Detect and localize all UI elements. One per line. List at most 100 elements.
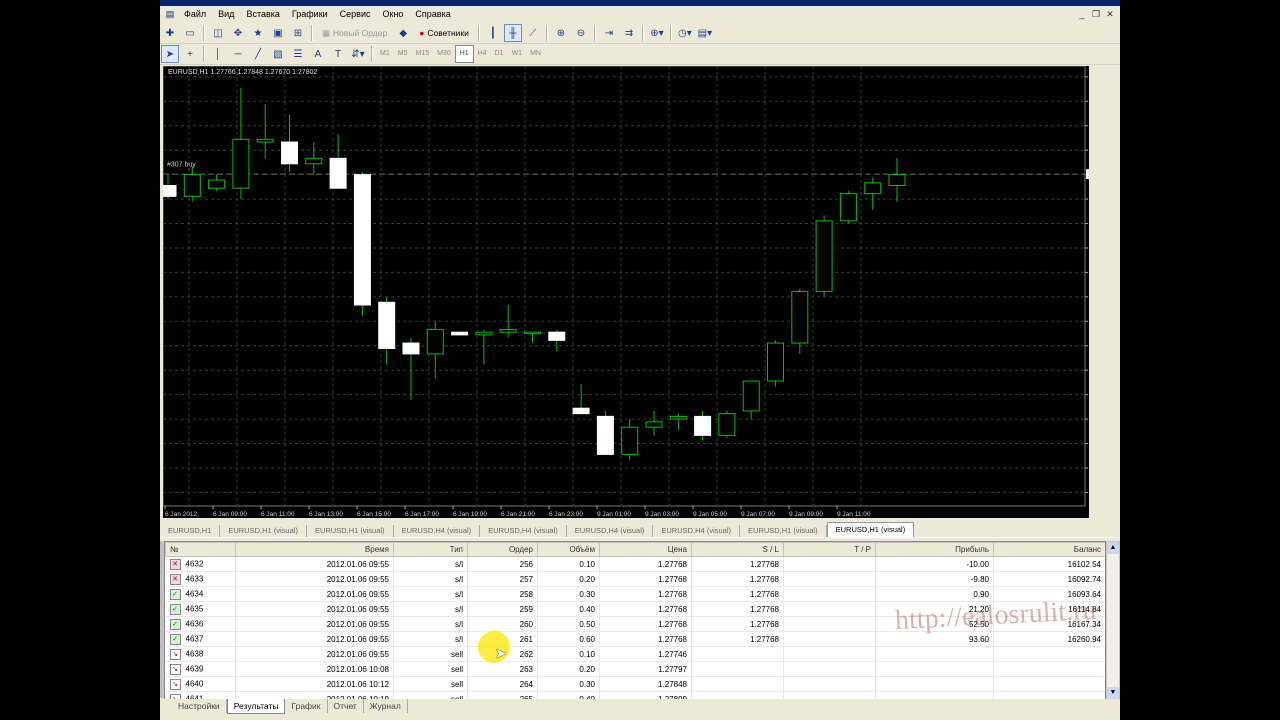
timeframe-m15[interactable]: M15 xyxy=(411,46,433,62)
timeframe-w1[interactable]: W1 xyxy=(508,46,527,62)
autoscroll-icon[interactable]: ⇉ xyxy=(620,24,638,42)
col-order[interactable]: Ордер xyxy=(467,542,538,557)
col-type[interactable]: Тип xyxy=(393,542,468,557)
close-profit-icon: ✓ xyxy=(169,633,181,645)
experts-button[interactable]: ● Советники xyxy=(414,24,474,42)
table-row[interactable]: ↘ 4640 2012.01.06 10:12 sell 264 0.30 1.27848 xyxy=(165,676,1105,692)
text-icon[interactable]: A xyxy=(309,45,327,63)
new-order-button[interactable]: ▦ Новый Ордер xyxy=(317,24,392,42)
timeframe-h4[interactable]: H4 xyxy=(474,46,491,62)
chart-shift-icon[interactable]: ⇥ xyxy=(600,24,618,42)
menu-tools[interactable]: Сервис xyxy=(334,6,377,22)
table-row[interactable]: ✓ 4637 2012.01.06 09:55 s/l 261 0.60 1.27768 1.… xyxy=(165,631,1105,647)
zoom-in-icon[interactable]: ⊕ xyxy=(552,24,570,42)
templates-icon[interactable]: ▤▾ xyxy=(696,24,714,42)
chart-tab-9[interactable]: EURUSD,H1 (visual) xyxy=(826,522,915,537)
table-row[interactable]: ✕ 4633 2012.01.06 09:55 s/l 257 0.20 1.27768 1.… xyxy=(165,571,1105,587)
chart-tab-8[interactable]: EURUSD,H1 (visual) xyxy=(740,525,827,537)
timeframe-mn[interactable]: MN xyxy=(526,46,545,62)
cell-tp xyxy=(783,601,876,617)
minimize-icon[interactable]: _ xyxy=(1076,8,1088,20)
price-chart[interactable]: 1.281601.280701.279801.278901.278021.277… xyxy=(163,66,1089,518)
app-icon[interactable]: ▤ xyxy=(164,8,176,20)
terminal-icon[interactable]: ▣ xyxy=(269,24,287,42)
chart-tab-6[interactable]: EURUSD,H4 (visual) xyxy=(567,525,654,537)
horizontal-line-icon[interactable]: ─ xyxy=(229,45,247,63)
timeframe-d1[interactable]: D1 xyxy=(491,46,508,62)
timeframe-m5[interactable]: M5 xyxy=(394,46,412,62)
channel-icon[interactable]: ▧ xyxy=(269,45,287,63)
tab-graph[interactable]: График xyxy=(285,699,328,713)
chart-tab-4[interactable]: EURUSD,H4 (visual) xyxy=(394,525,481,537)
close-icon[interactable]: ✕ xyxy=(1104,8,1116,20)
menu-file[interactable]: Файл xyxy=(178,6,212,22)
table-row[interactable]: ↘ 4638 2012.01.06 09:55 sell 262 0.10 1.27746 xyxy=(165,646,1105,662)
tester-icon[interactable]: ⊞ xyxy=(289,24,307,42)
data-window-icon[interactable]: ✥ xyxy=(229,24,247,42)
profiles-icon[interactable]: ▭ xyxy=(181,24,199,42)
cell-volume: 0.10 xyxy=(537,556,600,572)
row-number: 4635 xyxy=(185,604,204,614)
sell-order-icon: ↘ xyxy=(169,648,181,660)
col-tp[interactable]: T / P xyxy=(783,542,876,557)
col-balance[interactable]: Баланс xyxy=(993,542,1105,557)
label-icon[interactable]: T xyxy=(329,45,347,63)
cell-order: 263 xyxy=(467,661,538,677)
candle-body xyxy=(475,331,493,336)
tab-journal[interactable]: Журнал xyxy=(364,699,408,713)
menu-insert[interactable]: Вставка xyxy=(240,6,285,22)
fibonacci-icon[interactable]: ☰ xyxy=(289,45,307,63)
col-time[interactable]: Время xyxy=(235,542,394,557)
bar-chart-icon[interactable]: ┃ xyxy=(484,24,502,42)
cell-time: 2012.01.06 09:55 xyxy=(235,586,394,602)
cell-tp xyxy=(783,676,876,692)
trendline-icon[interactable]: ╱ xyxy=(249,45,267,63)
vertical-line-icon[interactable]: │ xyxy=(209,45,227,63)
chart-tab-3[interactable]: EURUSD,H1 (visual) xyxy=(307,525,394,537)
tester-tabs: Настройки Результаты График Отчет Журнал xyxy=(160,699,1120,715)
indicators-icon[interactable]: ⊕▾ xyxy=(648,24,666,42)
cell-order: 260 xyxy=(467,616,538,632)
menu-charts[interactable]: Графики xyxy=(286,6,334,22)
chart-tab-2[interactable]: EURUSD,H1 (visual) xyxy=(220,525,307,537)
tab-results[interactable]: Результаты xyxy=(226,699,286,714)
restore-icon[interactable]: ❐ xyxy=(1090,8,1102,20)
tab-report[interactable]: Отчет xyxy=(328,699,364,713)
timeframe-m30[interactable]: M30 xyxy=(433,46,455,62)
col-sl[interactable]: S / L xyxy=(691,542,784,557)
table-row[interactable]: ✕ 4632 2012.01.06 09:55 s/l 256 0.10 1.27768 1.… xyxy=(165,556,1105,572)
x-tick-label: 6 Jan 15:00 xyxy=(357,511,391,518)
row-number: 4636 xyxy=(185,619,204,629)
scroll-down-icon[interactable]: ▼ xyxy=(1107,687,1119,699)
market-watch-icon[interactable]: ◫ xyxy=(209,24,227,42)
menu-view[interactable]: Вид xyxy=(212,6,240,22)
navigator-icon[interactable]: ★ xyxy=(249,24,267,42)
line-chart-icon[interactable]: ⟋ xyxy=(524,24,542,42)
scroll-up-icon[interactable]: ▲ xyxy=(1107,542,1119,554)
col-volume[interactable]: Объём xyxy=(537,542,600,557)
metaeditor-icon[interactable]: ◆ xyxy=(394,24,412,42)
arrows-icon[interactable]: ⇵▾ xyxy=(349,45,367,63)
menu-help[interactable]: Справка xyxy=(409,6,456,22)
timeframe-h1[interactable]: H1 xyxy=(454,45,474,63)
table-row[interactable]: ✓ 4634 2012.01.06 09:55 s/l 258 0.30 1.27768 1.… xyxy=(165,586,1105,602)
tab-settings[interactable]: Настройки xyxy=(172,699,227,713)
zoom-out-icon[interactable]: ⊖ xyxy=(572,24,590,42)
candlestick-icon[interactable]: ╫ xyxy=(503,24,522,42)
chart-tab-7[interactable]: EURUSD,H4 (visual) xyxy=(653,525,740,537)
chart-tab-5[interactable]: EURUSD,H4 (visual) xyxy=(480,525,567,537)
chart-tab-1[interactable]: EURUSD,H1 xyxy=(160,525,221,537)
timeframe-m1[interactable]: M1 xyxy=(376,46,394,62)
cursor-icon[interactable]: ➤ xyxy=(161,45,179,63)
new-chart-icon[interactable]: ✚ xyxy=(161,24,179,42)
table-row[interactable]: ↘ 4639 2012.01.06 10:08 sell 263 0.20 1.27797 xyxy=(165,661,1105,677)
periods-icon[interactable]: ◷▾ xyxy=(676,24,694,42)
results-header: № Время Тип Ордер Объём Цена S / L T / P… xyxy=(165,542,1105,557)
chart-canvas[interactable]: 1.281601.280701.279801.278901.278021.277… xyxy=(163,66,1089,518)
col-price[interactable]: Цена xyxy=(599,542,692,557)
col-profit[interactable]: Прибыль xyxy=(875,542,994,557)
crosshair-icon[interactable]: + xyxy=(181,45,199,63)
col-number[interactable]: № xyxy=(165,542,236,557)
results-scrollbar[interactable]: ▲ ▼ xyxy=(1106,541,1120,700)
menu-window[interactable]: Окно xyxy=(377,6,410,22)
